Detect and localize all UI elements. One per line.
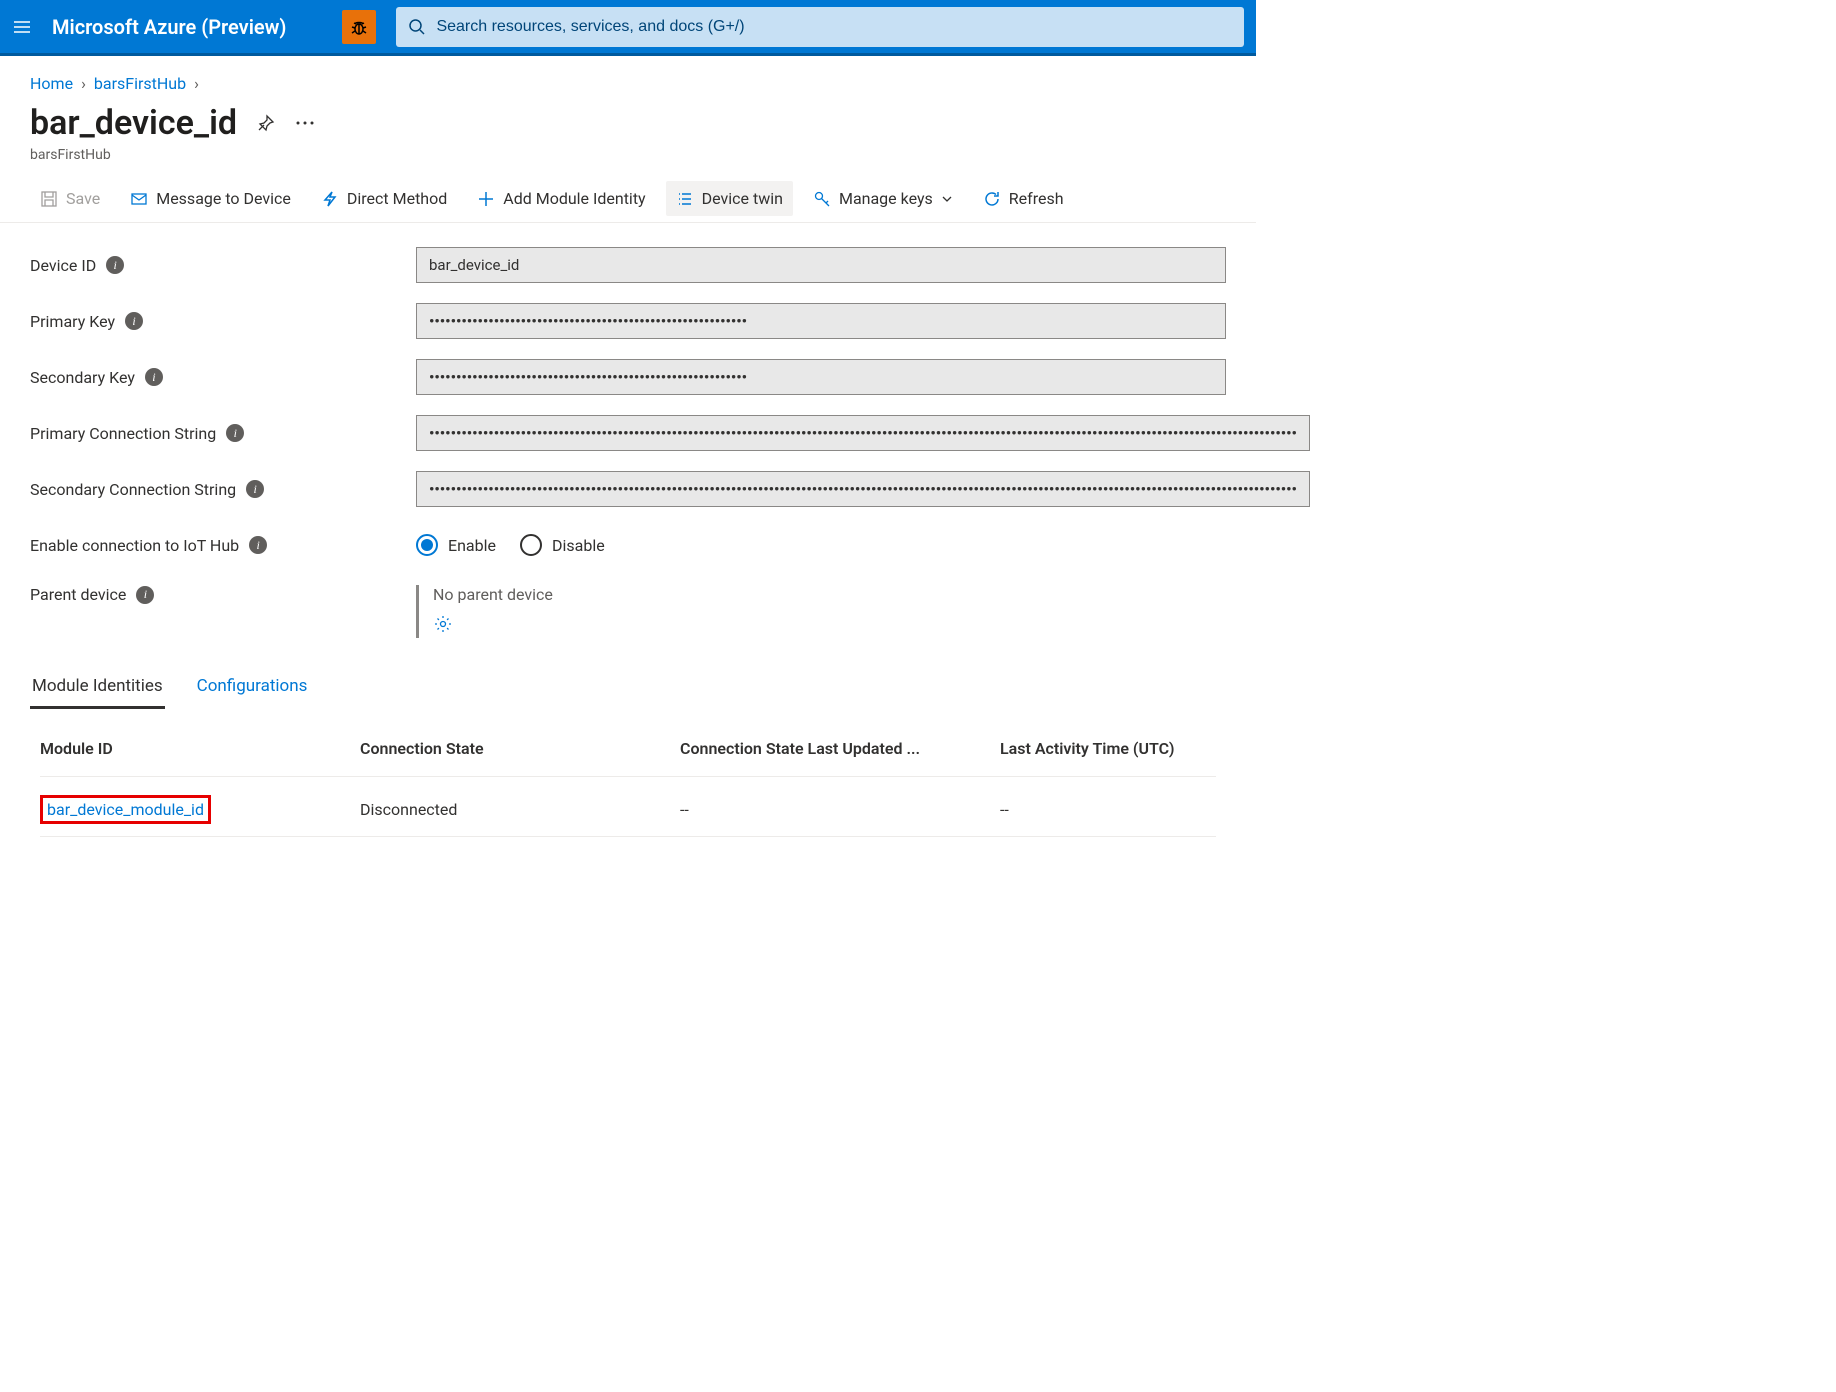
- primary-key-value[interactable]: ••••••••••••••••••••••••••••••••••••••••…: [416, 303, 1226, 339]
- chevron-right-icon: ›: [194, 74, 199, 93]
- save-button[interactable]: Save: [30, 181, 110, 216]
- disable-option[interactable]: Disable: [520, 534, 605, 556]
- ellipsis-icon: [295, 120, 315, 126]
- page-subtitle: barsFirstHub: [30, 147, 1226, 163]
- secondary-conn-label: Secondary Connection String: [30, 480, 236, 499]
- key-icon: [813, 190, 831, 208]
- breadcrumb: Home › barsFirstHub ›: [0, 56, 1256, 99]
- info-icon[interactable]: i: [136, 586, 154, 604]
- col-module-id[interactable]: Module ID: [40, 739, 360, 758]
- search-icon: [408, 18, 426, 36]
- conn-updated-cell: --: [680, 800, 1000, 819]
- conn-state-cell: Disconnected: [360, 800, 680, 819]
- breadcrumb-hub[interactable]: barsFirstHub: [94, 74, 186, 93]
- search-input[interactable]: [436, 18, 1232, 36]
- global-search[interactable]: [396, 7, 1244, 47]
- message-to-device-button[interactable]: Message to Device: [120, 181, 301, 216]
- chevron-down-icon: [941, 193, 953, 205]
- secondary-conn-value[interactable]: ••••••••••••••••••••••••••••••••••••••••…: [416, 471, 1310, 507]
- brand-label[interactable]: Microsoft Azure (Preview): [52, 15, 286, 39]
- refresh-label: Refresh: [1009, 189, 1064, 208]
- direct-method-button[interactable]: Direct Method: [311, 181, 457, 216]
- save-label: Save: [66, 189, 100, 208]
- col-last-activity[interactable]: Last Activity Time (UTC): [1000, 739, 1216, 758]
- refresh-icon: [983, 190, 1001, 208]
- breadcrumb-home[interactable]: Home: [30, 74, 73, 93]
- page-title: bar_device_id: [30, 103, 237, 143]
- tab-module-identities[interactable]: Module Identities: [30, 668, 165, 709]
- enable-iot-radio-group: Enable Disable: [416, 534, 1226, 556]
- enable-iot-label: Enable connection to IoT Hub: [30, 536, 239, 555]
- device-twin-button[interactable]: Device twin: [666, 181, 793, 216]
- info-icon[interactable]: i: [226, 424, 244, 442]
- module-id-link[interactable]: bar_device_module_id: [40, 795, 211, 824]
- save-icon: [40, 190, 58, 208]
- pin-button[interactable]: [257, 114, 275, 132]
- device-id-label: Device ID: [30, 256, 96, 275]
- col-connection-state[interactable]: Connection State: [360, 739, 680, 758]
- module-identities-table: Module ID Connection State Connection St…: [0, 709, 1256, 857]
- menu-button[interactable]: [12, 17, 32, 37]
- enable-option[interactable]: Enable: [416, 534, 496, 556]
- radio-unselected-icon: [520, 534, 542, 556]
- device-details-form: Device ID i bar_device_id Primary Key i …: [0, 223, 1256, 638]
- info-icon[interactable]: i: [249, 536, 267, 554]
- primary-key-label: Primary Key: [30, 312, 115, 331]
- table-header: Module ID Connection State Connection St…: [40, 739, 1216, 777]
- last-activity-cell: --: [1000, 800, 1216, 819]
- list-icon: [676, 190, 694, 208]
- radio-selected-icon: [416, 534, 438, 556]
- tab-configurations[interactable]: Configurations: [195, 668, 310, 709]
- lightning-icon: [321, 190, 339, 208]
- info-icon[interactable]: i: [106, 256, 124, 274]
- device-id-value[interactable]: bar_device_id: [416, 247, 1226, 283]
- chevron-right-icon: ›: [81, 74, 86, 93]
- enable-text: Enable: [448, 536, 496, 555]
- primary-conn-value[interactable]: ••••••••••••••••••••••••••••••••••••••••…: [416, 415, 1310, 451]
- secondary-key-value[interactable]: ••••••••••••••••••••••••••••••••••••••••…: [416, 359, 1226, 395]
- add-module-label: Add Module Identity: [503, 189, 645, 208]
- refresh-button[interactable]: Refresh: [973, 181, 1074, 216]
- manage-keys-button[interactable]: Manage keys: [803, 181, 963, 216]
- bug-icon: [349, 17, 369, 37]
- command-toolbar: Save Message to Device Direct Method Add…: [0, 163, 1256, 223]
- table-row: bar_device_module_id Disconnected -- --: [40, 777, 1216, 837]
- gear-icon: [433, 614, 453, 634]
- mail-icon: [130, 190, 148, 208]
- secondary-key-label: Secondary Key: [30, 368, 135, 387]
- detail-tabs: Module Identities Configurations: [0, 638, 1256, 709]
- col-conn-updated[interactable]: Connection State Last Updated ...: [680, 739, 1000, 758]
- hamburger-icon: [12, 17, 32, 37]
- add-module-identity-button[interactable]: Add Module Identity: [467, 181, 655, 216]
- configure-parent-button[interactable]: [433, 614, 453, 638]
- azure-top-header: Microsoft Azure (Preview): [0, 0, 1256, 56]
- manage-keys-label: Manage keys: [839, 189, 933, 208]
- bug-report-button[interactable]: [342, 10, 376, 44]
- page-header: bar_device_id barsFirstHub: [0, 99, 1256, 163]
- parent-device-label: Parent device: [30, 585, 126, 604]
- device-twin-label: Device twin: [702, 189, 783, 208]
- info-icon[interactable]: i: [246, 480, 264, 498]
- more-button[interactable]: [295, 120, 315, 126]
- primary-conn-label: Primary Connection String: [30, 424, 216, 443]
- parent-device-value: No parent device: [433, 585, 553, 604]
- pin-icon: [257, 114, 275, 132]
- info-icon[interactable]: i: [145, 368, 163, 386]
- disable-text: Disable: [552, 536, 605, 555]
- info-icon[interactable]: i: [125, 312, 143, 330]
- message-label: Message to Device: [156, 189, 291, 208]
- plus-icon: [477, 190, 495, 208]
- direct-method-label: Direct Method: [347, 189, 447, 208]
